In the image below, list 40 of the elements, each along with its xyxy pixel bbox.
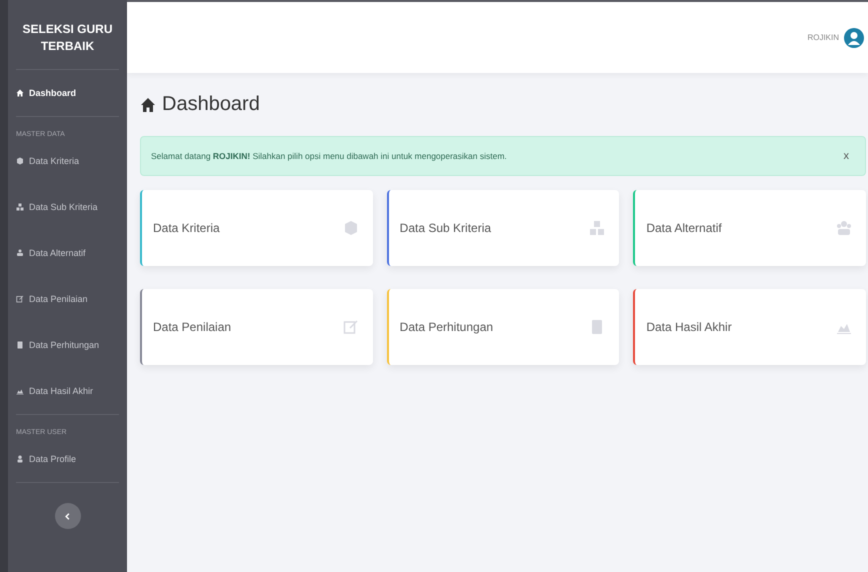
sidebar-item[interactable]: Data Kriteria [16, 138, 119, 184]
user-icon [16, 455, 24, 463]
menu-card[interactable]: Data Hasil Akhir [633, 289, 866, 365]
cubes-icon [589, 220, 606, 236]
user-name[interactable]: ROJIKIN [807, 33, 839, 42]
sidebar-item[interactable]: Data Alternatif [16, 230, 119, 276]
card-title: Data Hasil Akhir [646, 320, 732, 334]
card-title: Data Penilaian [153, 320, 232, 334]
user-avatar-icon[interactable] [844, 28, 864, 48]
sidebar-item[interactable]: Data Profile [16, 436, 119, 482]
menu-card[interactable]: Data Perhitungan [386, 289, 620, 365]
menu-card[interactable]: Data Penilaian [140, 289, 373, 365]
chart-icon [16, 387, 24, 395]
page-title: Dashboard [162, 93, 260, 116]
home-icon [16, 89, 24, 97]
collapse-button[interactable] [54, 503, 80, 529]
card-title: Data Alternatif [646, 221, 722, 235]
cube-icon [16, 157, 24, 165]
alert-message: Selamat datang ROJIKIN! Silahkan pilih opsi menu dibawah ini untuk mengoperasikan sistem. [151, 151, 507, 161]
card-title: Data Kriteria [153, 221, 220, 235]
sidebar-item[interactable]: Data Sub Kriteria [16, 184, 119, 230]
users-icon [836, 220, 852, 236]
sidebar-item[interactable]: Data Perhitungan [16, 322, 119, 368]
brand-title[interactable]: SELEKSI GURU TERBAIK [16, 0, 119, 69]
menu-card[interactable]: Data Kriteria [140, 190, 373, 266]
edit-icon [342, 319, 359, 335]
edit-icon [16, 295, 24, 303]
sidebar-item[interactable]: Dashboard [16, 70, 119, 116]
sidebar-item[interactable]: Data Hasil Akhir [16, 368, 119, 414]
menu-card[interactable]: Data Sub Kriteria [386, 190, 620, 266]
cube-icon [342, 220, 359, 236]
cubes-icon [16, 203, 24, 211]
menu-card[interactable]: Data Alternatif [633, 190, 866, 266]
home-icon [140, 96, 156, 112]
close-button[interactable]: x [838, 149, 855, 163]
chevron-left-icon [64, 512, 71, 520]
card-title: Data Sub Kriteria [400, 221, 492, 235]
users-icon [16, 249, 24, 257]
card-title: Data Perhitungan [400, 320, 494, 334]
sidebar-item[interactable]: Data Penilaian [16, 276, 119, 322]
